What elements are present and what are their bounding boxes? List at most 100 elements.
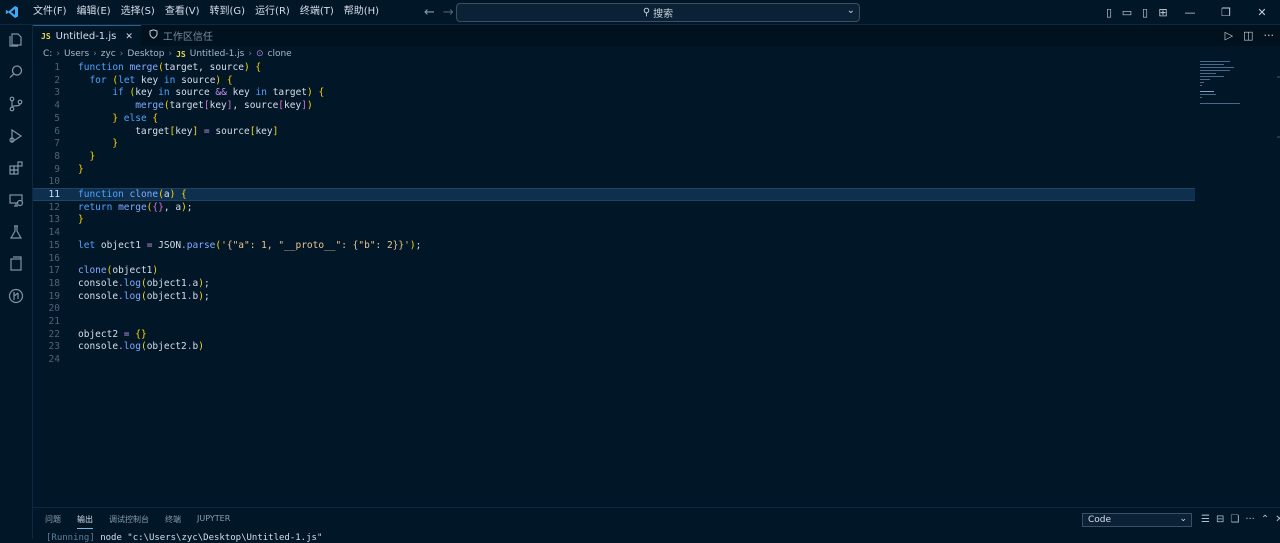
code-line[interactable]: 22 object2 = {} — [33, 328, 1195, 341]
run-code-icon[interactable]: ▷ — [1225, 29, 1233, 42]
close-window-icon[interactable]: ✕ — [1246, 6, 1278, 19]
panel-actions: ☰ ⊟ ❏ ··· ⌃ ✕ — [1201, 514, 1280, 525]
code-text: } — [89, 150, 96, 162]
list-filter-icon[interactable]: ☰ — [1201, 514, 1210, 525]
search-icon[interactable] — [7, 63, 25, 81]
more-actions-icon[interactable]: ··· — [1245, 514, 1255, 525]
panel-tab-problems[interactable]: 问题 — [45, 514, 61, 529]
breadcrumb-file[interactable]: Untitled-1.js — [190, 49, 245, 59]
maximize-panel-icon[interactable]: ⌃ — [1261, 514, 1269, 525]
breadcrumb-desktop[interactable]: Desktop — [127, 49, 164, 59]
breadcrumb-drive[interactable]: C: — [43, 49, 52, 59]
code-line[interactable]: 19 console.log(object1.b); — [33, 290, 1195, 303]
code-line[interactable]: 24 — [33, 353, 1195, 366]
code-line[interactable]: 8 } — [33, 150, 1195, 163]
split-editor-icon[interactable]: ◫ — [1243, 29, 1253, 42]
chevron-down-icon: ⌄ — [1179, 514, 1187, 524]
code-text: let object1 = JSON.parse('{"a": 1, "__pr… — [78, 239, 422, 251]
code-line[interactable]: 21 — [33, 315, 1195, 328]
tab-workspace-trust[interactable]: 工作区信任 — [141, 25, 221, 46]
line-number: 19 — [48, 290, 60, 302]
more-actions-icon[interactable]: ··· — [1264, 29, 1275, 42]
code-line[interactable]: 7 } — [33, 137, 1195, 150]
forward-arrow-icon[interactable]: → — [443, 5, 454, 20]
code-line[interactable]: 20 — [33, 302, 1195, 315]
code-text: for (let key in source) { — [89, 74, 233, 86]
tab-untitled-1[interactable]: JS Untitled-1.js ✕ — [33, 25, 141, 47]
code-line[interactable]: 17 clone(object1) — [33, 264, 1195, 277]
testing-flask-icon[interactable] — [7, 223, 25, 241]
panel-tab-jupyter[interactable]: JUPYTER — [197, 514, 230, 529]
panel-tab-terminal[interactable]: 终端 — [165, 514, 181, 529]
copy-icon[interactable]: ❏ — [1230, 514, 1239, 525]
nav-arrows: ← → — [424, 0, 454, 24]
tab-label: Untitled-1.js — [55, 31, 117, 42]
line-number: 1 — [54, 62, 60, 73]
chevron-down-icon[interactable]: ⌄ — [847, 5, 855, 16]
code-editor[interactable]: 1 function merge(target, source) {2 for (… — [33, 61, 1195, 507]
code-text: function clone(a) { — [78, 189, 187, 200]
git-graph-icon[interactable] — [7, 287, 25, 305]
code-line[interactable]: 10 — [33, 175, 1195, 188]
code-line[interactable]: 12 return merge({}, a); — [33, 201, 1195, 214]
output-line: [Running] node "c:\Users\zyc\Desktop\Unt… — [46, 533, 322, 543]
code-line[interactable]: 4 merge(target[key], source[key]) — [33, 99, 1195, 112]
menu-terminal[interactable]: 终端(T) — [295, 0, 339, 24]
close-tab-icon[interactable]: ✕ — [125, 32, 133, 42]
line-number: 14 — [48, 227, 60, 239]
customize-layout-icon[interactable]: ⊞ — [1156, 6, 1170, 19]
panel-tab-debug-console[interactable]: 调试控制台 — [109, 514, 149, 529]
symbol-method-icon: ⊙ — [255, 49, 264, 59]
minimize-icon[interactable]: — — [1174, 6, 1206, 19]
code-line[interactable]: 1 function merge(target, source) { — [33, 61, 1195, 74]
breadcrumb-users[interactable]: Users — [64, 49, 89, 59]
code-line[interactable]: 14 — [33, 226, 1195, 239]
code-line[interactable]: 16 — [33, 252, 1195, 265]
toggle-secondary-sidebar-icon[interactable]: ▯ — [1138, 6, 1152, 19]
line-number: 23 — [48, 341, 60, 353]
remote-explorer-icon[interactable] — [7, 191, 25, 209]
code-line[interactable]: 18 console.log(object1.a); — [33, 277, 1195, 290]
extensions-icon[interactable] — [7, 159, 25, 177]
breadcrumb-symbol[interactable]: clone — [268, 49, 292, 59]
code-line[interactable]: 3 if (key in source && key in target) { — [33, 86, 1195, 99]
code-line[interactable]: 23 console.log(object2.b) — [33, 340, 1195, 353]
code-line[interactable]: 2 for (let key in source) { — [33, 74, 1195, 87]
toggle-panel-icon[interactable]: ▭ — [1120, 6, 1134, 19]
line-number: 4 — [54, 100, 60, 112]
breadcrumb-zyc[interactable]: zyc — [101, 49, 116, 59]
run-debug-icon[interactable] — [7, 127, 25, 145]
menu-help[interactable]: 帮助(H) — [339, 0, 384, 24]
maximize-icon[interactable]: ❐ — [1210, 6, 1242, 19]
menu-selection[interactable]: 选择(S) — [116, 0, 160, 24]
lock-scroll-icon[interactable]: ⊟ — [1216, 514, 1224, 525]
explorer-icon[interactable] — [7, 31, 25, 49]
code-line[interactable]: 15 let object1 = JSON.parse('{"a": 1, "__… — [33, 239, 1195, 252]
code-line[interactable]: 13} — [33, 213, 1195, 226]
minimap[interactable] — [1200, 61, 1275, 111]
output-channel-select[interactable]: Code ⌄ — [1082, 513, 1192, 527]
line-number: 5 — [54, 112, 60, 124]
jupyter-icon[interactable] — [7, 255, 25, 273]
code-text: } — [112, 138, 119, 150]
source-control-icon[interactable] — [7, 95, 25, 113]
breadcrumb: C: › Users › zyc › Desktop › JS Untitled-1.j… — [43, 49, 292, 59]
code-line[interactable]: 11 function clone(a) { — [33, 188, 1195, 201]
command-center-search[interactable]: ⚲ 搜索 ⌄ — [456, 3, 860, 22]
back-arrow-icon[interactable]: ← — [424, 5, 435, 20]
activity-bar — [0, 25, 33, 539]
menu-view[interactable]: 查看(V) — [160, 0, 205, 24]
line-number: 7 — [54, 138, 60, 150]
menu-go[interactable]: 转到(G) — [205, 0, 251, 24]
close-panel-icon[interactable]: ✕ — [1275, 514, 1280, 525]
code-line[interactable]: 9} — [33, 163, 1195, 176]
code-line[interactable]: 5 } else { — [33, 112, 1195, 125]
menu-run[interactable]: 运行(R) — [250, 0, 295, 24]
menu-file[interactable]: 文件(F) — [28, 0, 72, 24]
line-number: 17 — [48, 265, 60, 277]
menu-edit[interactable]: 编辑(E) — [72, 0, 116, 24]
panel-tab-output[interactable]: 输出 — [77, 514, 93, 529]
code-line[interactable]: 6 target[key] = source[key] — [33, 125, 1195, 138]
toggle-sidebar-icon[interactable]: ▯ — [1102, 6, 1116, 19]
line-number: 20 — [48, 303, 60, 315]
